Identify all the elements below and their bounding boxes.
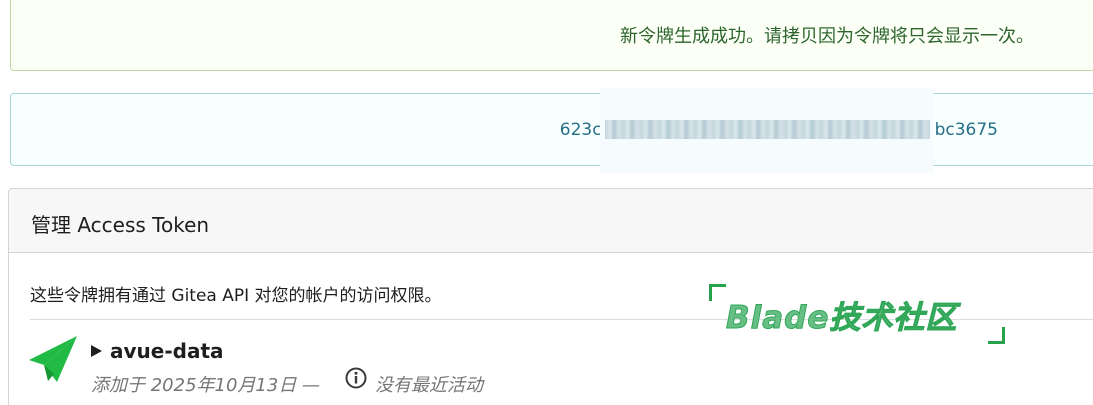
success-message-box: 新令牌生成成功。请拷贝因为令牌将只会显示一次。 xyxy=(10,0,1093,71)
watermark-text: Blade技术社区 xyxy=(725,300,958,337)
token-page: 新令牌生成成功。请拷贝因为令牌将只会显示一次。 623c bc3675 管理 Ac… xyxy=(0,0,1093,405)
token-added-date: 添加于 2025年10月13日 — xyxy=(91,375,321,396)
token-redaction-blur xyxy=(600,88,933,173)
token-activity-status: 没有最近活动 xyxy=(375,375,483,396)
token-value-start: 623c xyxy=(559,120,602,140)
token-name[interactable]: avue-data xyxy=(110,339,224,363)
info-icon xyxy=(345,367,367,389)
panel-description: 这些令牌拥有通过 Gitea API 对您的帐户的访问权限。 xyxy=(30,286,442,306)
panel-title: 管理 Access Token xyxy=(31,213,210,237)
watermark-bracket-right xyxy=(988,327,1005,344)
send-icon xyxy=(29,336,77,382)
watermark-bracket-left xyxy=(709,284,726,301)
panel-header: 管理 Access Token xyxy=(9,189,1093,253)
expand-triangle-icon[interactable] xyxy=(91,345,102,357)
success-message-text: 新令牌生成成功。请拷贝因为令牌将只会显示一次。 xyxy=(620,26,1034,47)
token-value-end: bc3675 xyxy=(934,120,998,140)
